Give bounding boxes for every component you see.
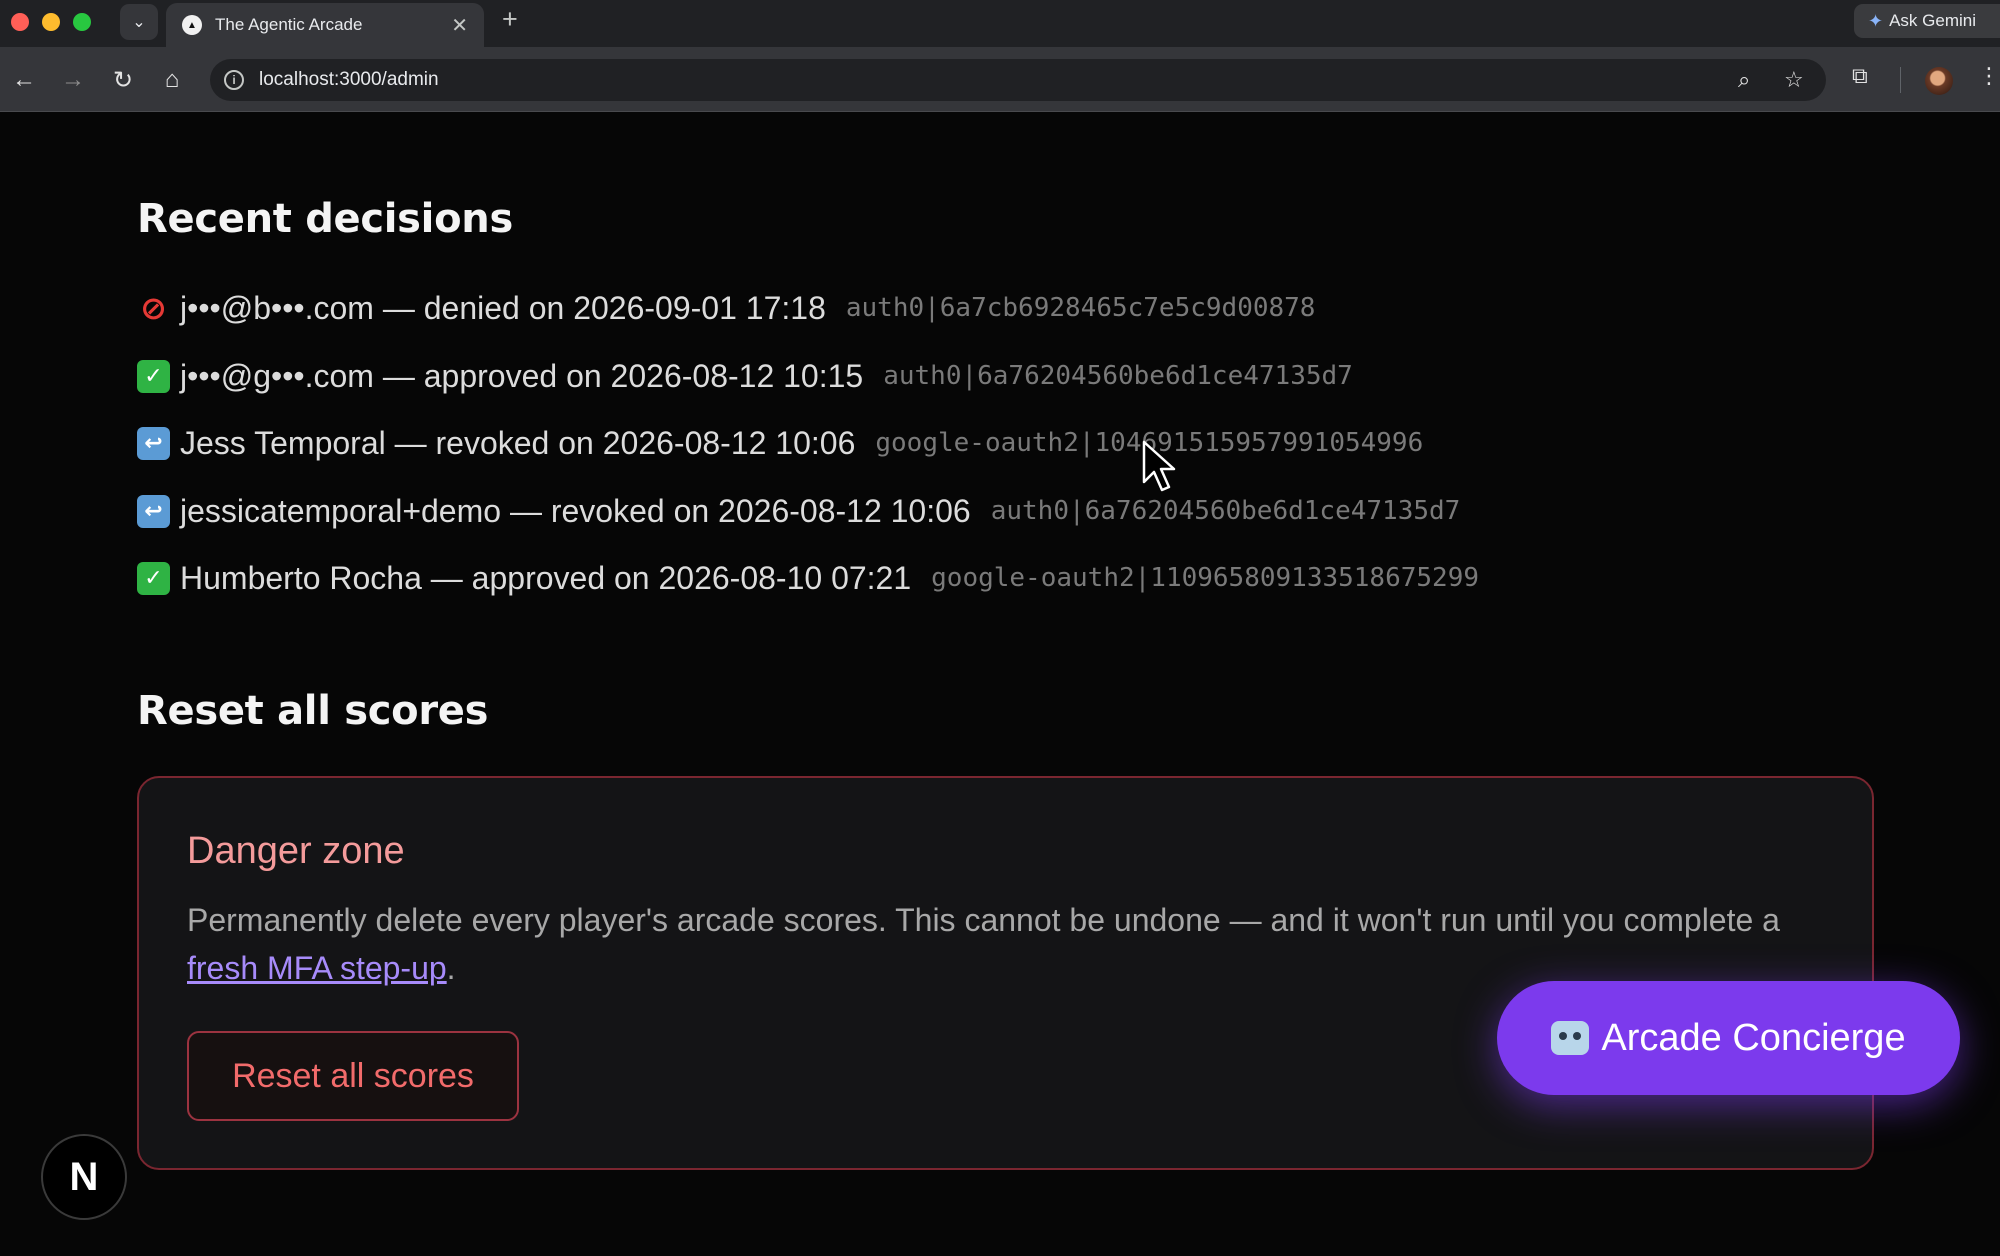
url-text[interactable]: localhost:3000/admin <box>259 69 439 91</box>
close-window-button[interactable] <box>11 13 29 31</box>
reset-all-scores-button[interactable]: Reset all scores <box>187 1031 519 1121</box>
concierge-label: Arcade Concierge <box>1601 1016 1906 1059</box>
minimize-window-button[interactable] <box>42 13 60 31</box>
decision-text: jessicatemporal+demo — revoked on 2026-0… <box>180 492 971 529</box>
new-tab-button[interactable]: + <box>502 4 518 35</box>
home-button[interactable]: ⌂ <box>155 63 189 97</box>
dev-tools-badge[interactable]: N <box>41 1134 127 1220</box>
chevron-down-icon: ⌄ <box>132 14 146 31</box>
back-button[interactable]: ← <box>7 63 41 97</box>
return-arrow-icon: ↩ <box>137 426 170 460</box>
robot-icon <box>1551 1021 1590 1055</box>
forward-arrow-icon: → <box>61 66 85 93</box>
reset-scores-heading: Reset all scores <box>137 688 489 734</box>
check-icon: ✓ <box>137 561 170 595</box>
decision-row: ⊘ j•••@b•••.com — denied on 2026-09-01 1… <box>137 288 1315 328</box>
profile-avatar[interactable] <box>1925 67 1953 95</box>
decision-user-id: auth0|6a76204560be6d1ce47135d7 <box>883 361 1353 391</box>
prohibited-icon: ⊘ <box>140 290 167 326</box>
decision-text: j•••@b•••.com — denied on 2026-09-01 17:… <box>180 289 826 326</box>
decision-text: Jess Temporal — revoked on 2026-08-12 10… <box>180 424 856 461</box>
ask-gemini-button[interactable]: ✦ Ask Gemini <box>1854 4 2000 38</box>
decision-row: ✓ j•••@g•••.com — approved on 2026-08-12… <box>137 356 1353 396</box>
check-icon: ✓ <box>137 359 170 393</box>
close-tab-icon[interactable]: ✕ <box>451 13 468 38</box>
zoom-icon[interactable]: ⌕ <box>1738 67 1750 93</box>
browser-toolbar: ← → ↻ ⌂ i localhost:3000/admin ⌕ ☆ ⧉ ⋮ <box>0 47 2000 112</box>
bookmark-star-icon[interactable]: ☆ <box>1784 67 1804 93</box>
gemini-sparkle-icon: ✦ <box>1868 10 1884 31</box>
toolbar-divider <box>1900 67 1901 93</box>
decision-user-id: auth0|6a76204560be6d1ce47135d7 <box>990 496 1461 526</box>
extensions-icon[interactable]: ⧉ <box>1852 63 1868 89</box>
browser-tab[interactable]: ▲ The Agentic Arcade ✕ <box>166 3 484 47</box>
decision-text: Humberto Rocha — approved on 2026-08-10 … <box>180 559 912 596</box>
decision-text: j•••@g•••.com — approved on 2026-08-12 1… <box>180 357 864 394</box>
decision-row: ✓ Humberto Rocha — approved on 2026-08-1… <box>137 558 1479 598</box>
ask-gemini-label: Ask Gemini <box>1889 11 1977 30</box>
browser-tab-bar: ⌄ ▲ The Agentic Arcade ✕ + ✦ Ask Gemini <box>0 0 2000 47</box>
danger-zone-card: Danger zone Permanently delete every pla… <box>137 776 1874 1170</box>
description-end: . <box>446 950 456 986</box>
mfa-step-up-link[interactable]: fresh MFA step-up <box>187 950 447 986</box>
address-bar[interactable]: i localhost:3000/admin ⌕ ☆ <box>210 59 1826 101</box>
reload-button[interactable]: ↻ <box>106 63 140 97</box>
arcade-concierge-button[interactable]: Arcade Concierge <box>1497 981 1960 1095</box>
tab-title: The Agentic Arcade <box>215 15 363 34</box>
decision-user-id: google-oauth2|110965809133518675299 <box>931 563 1480 593</box>
description-text: Permanently delete every player's arcade… <box>187 902 1780 938</box>
return-arrow-icon: ↩ <box>137 494 170 528</box>
favicon-icon: ▲ <box>182 15 202 35</box>
home-icon: ⌂ <box>164 66 180 93</box>
maximize-window-button[interactable] <box>73 13 91 31</box>
danger-zone-title: Danger zone <box>187 830 405 872</box>
mouse-cursor-icon <box>1142 440 1176 492</box>
tab-search-button[interactable]: ⌄ <box>120 4 158 40</box>
danger-zone-description: Permanently delete every player's arcade… <box>187 896 1827 992</box>
reload-icon: ↻ <box>112 66 134 94</box>
back-arrow-icon: ← <box>12 66 36 93</box>
forward-button[interactable]: → <box>56 63 90 97</box>
decision-user-id: auth0|6a7cb6928465c7e5c9d00878 <box>845 293 1316 323</box>
more-menu-icon[interactable]: ⋮ <box>1978 63 2000 89</box>
decision-row: ↩ jessicatemporal+demo — revoked on 2026… <box>137 491 1460 531</box>
recent-decisions-heading: Recent decisions <box>137 196 513 242</box>
site-info-icon[interactable]: i <box>224 70 244 90</box>
decision-row: ↩ Jess Temporal — revoked on 2026-08-12 … <box>137 423 1423 463</box>
